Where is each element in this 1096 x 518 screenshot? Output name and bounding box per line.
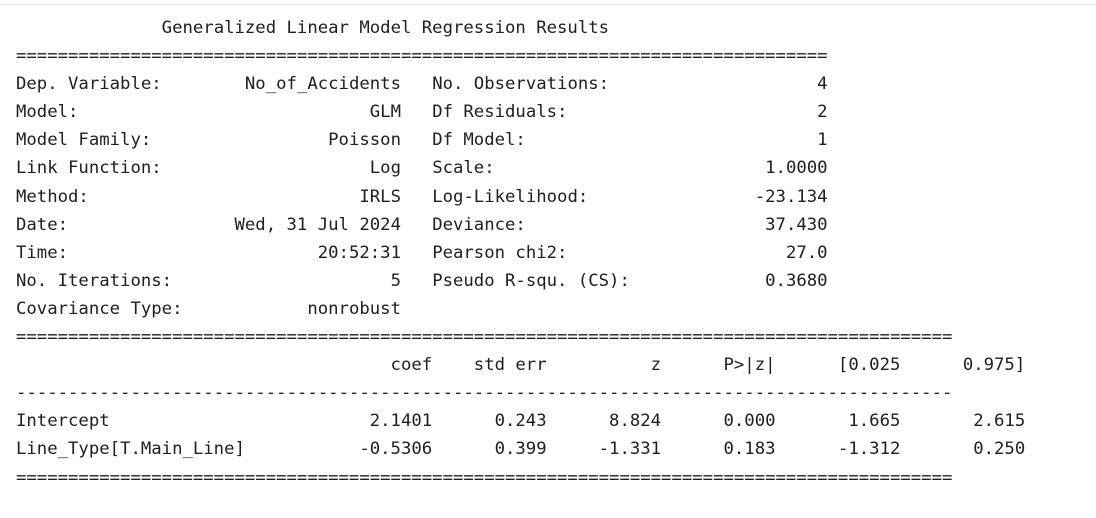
info-right-label [432, 299, 661, 319]
coef-header-coef: coef [265, 355, 433, 376]
info-right-label: Pseudo R-squ. (CS): [432, 270, 662, 291]
info-right-label: No. Observations: [432, 74, 662, 95]
info-right-value: 4 [661, 74, 828, 95]
info-right-value: -23.134 [661, 186, 828, 207]
info-left-label: Method: [16, 186, 235, 207]
coef-header-std-err: std err [432, 355, 547, 376]
coef-header-z: z [546, 355, 662, 376]
info-right-value: 1.0000 [661, 158, 828, 179]
info-row: Dep. Variable: No_of_Accidents No. Obser… [16, 70, 1025, 98]
info-left-value: Wed, 31 Jul 2024 [234, 214, 401, 235]
p-value: 0.183 [661, 439, 776, 460]
z-value: 8.824 [546, 411, 662, 432]
info-left-label: Covariance Type: [16, 298, 235, 319]
info-right-label: Df Residuals: [432, 102, 662, 123]
p-value: 0.000 [661, 411, 776, 432]
summary-title: Generalized Linear Model Regression Resu… [161, 18, 610, 38]
info-right-value: 37.430 [661, 214, 828, 235]
info-left-value: GLM [234, 102, 401, 123]
info-left-value: 5 [234, 270, 401, 291]
info-right-value: 1 [661, 130, 828, 151]
ci-low-value: 1.665 [775, 411, 901, 432]
info-row: Model: GLM Df Residuals: 2 [16, 98, 1025, 126]
coef-value: -0.5306 [265, 439, 433, 460]
info-row: Model Family: Poisson Df Model: 1 [16, 126, 1025, 154]
coef-header-ci-low: [0.025 [775, 355, 901, 376]
coef-row-line-type: Line_Type[T.Main_Line] -0.5306 0.399 -1.… [16, 435, 1025, 463]
info-row: Method: IRLS Log-Likelihood: -23.134 [16, 183, 1025, 211]
std-err-value: 0.399 [432, 439, 547, 460]
info-right-value: 2 [661, 102, 828, 123]
info-right-value [661, 299, 827, 319]
z-value: -1.331 [546, 439, 662, 460]
coef-header-row: coef std err z P>|z| [0.025 0.975] [16, 351, 1026, 379]
info-left-value: Log [234, 158, 401, 179]
info-left-label: Dep. Variable: [16, 74, 235, 95]
info-left-label: No. Iterations: [16, 270, 235, 291]
double-rule-mid: ========================================… [16, 327, 953, 348]
info-left-label: Model: [16, 102, 235, 123]
ci-low-value: -1.312 [775, 439, 901, 460]
info-right-label: Df Model: [432, 130, 662, 151]
glm-summary-output: Generalized Linear Model Regression Resu… [16, 14, 1025, 492]
info-right-value: 0.3680 [661, 270, 828, 291]
title-line: Generalized Linear Model Regression Resu… [16, 14, 1025, 42]
info-left-value: 20:52:31 [234, 242, 401, 263]
info-left-value: IRLS [234, 186, 401, 207]
coef-header-ci-high: 0.975] [900, 355, 1026, 376]
info-left-label: Link Function: [16, 158, 235, 179]
double-rule-top: ========================================… [16, 46, 828, 67]
coef-header-pvalue: P>|z| [661, 355, 776, 376]
info-left-value: No_of_Accidents [234, 74, 401, 95]
coef-row-name: Intercept [16, 411, 266, 432]
info-right-label: Pearson chi2: [432, 242, 662, 263]
info-row: Date: Wed, 31 Jul 2024 Deviance: 37.430 [16, 211, 1025, 239]
std-err-value: 0.243 [432, 411, 547, 432]
coef-value: 2.1401 [265, 411, 433, 432]
info-left-label: Model Family: [16, 130, 235, 151]
info-row: Link Function: Log Scale: 1.0000 [16, 154, 1025, 182]
output-top-border [0, 0, 1096, 5]
info-right-label: Deviance: [432, 214, 662, 235]
info-row: Time: 20:52:31 Pearson chi2: 27.0 [16, 239, 1025, 267]
info-left-value: nonrobust [234, 298, 401, 319]
info-right-label: Scale: [432, 158, 662, 179]
info-right-label: Log-Likelihood: [432, 186, 662, 207]
info-right-value: 27.0 [661, 242, 828, 263]
ci-high-value: 0.250 [900, 439, 1026, 460]
info-left-label: Date: [16, 214, 235, 235]
info-left-label: Time: [16, 242, 235, 263]
info-row: Covariance Type: nonrobust [16, 295, 1025, 323]
coef-row-intercept: Intercept 2.1401 0.243 8.824 0.000 1.665… [16, 407, 1025, 435]
single-rule: ----------------------------------------… [16, 383, 953, 404]
double-rule-bottom: ========================================… [16, 467, 953, 488]
coef-row-name: Line_Type[T.Main_Line] [16, 439, 266, 460]
ci-high-value: 2.615 [900, 411, 1026, 432]
info-left-value: Poisson [234, 130, 401, 151]
info-row: No. Iterations: 5 Pseudo R-squ. (CS): 0.… [16, 267, 1025, 295]
